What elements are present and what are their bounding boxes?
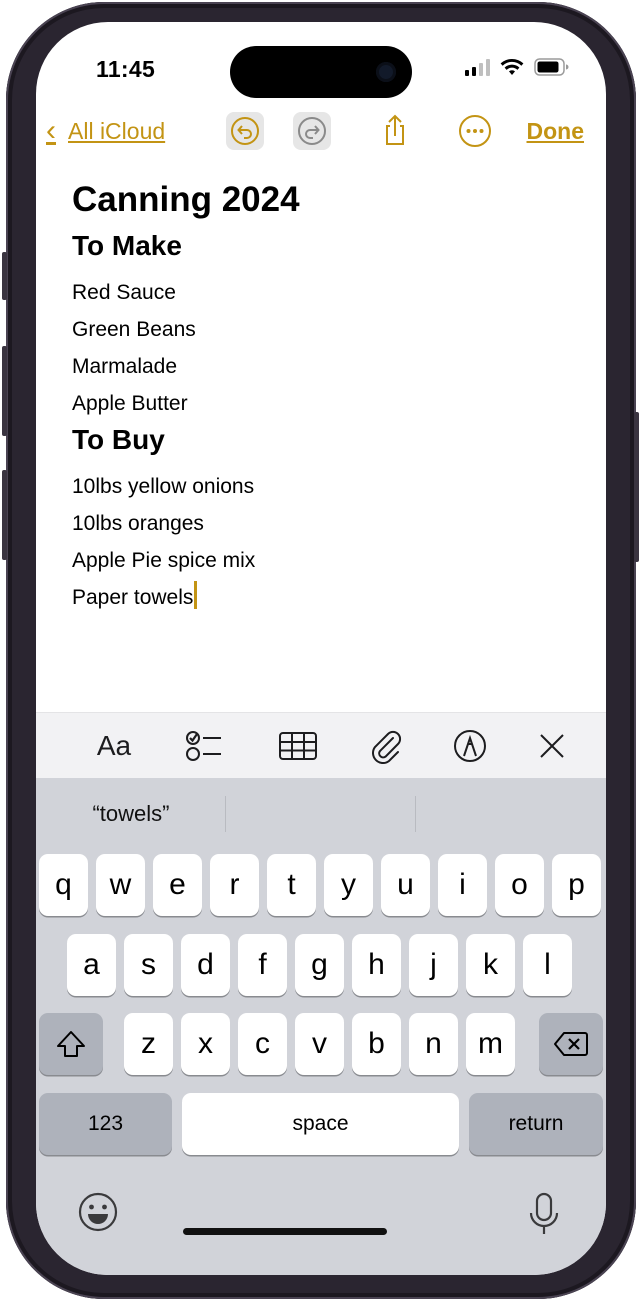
key-q[interactable]: q [39, 854, 88, 916]
section-heading: To Make [72, 230, 182, 261]
key-y[interactable]: y [324, 854, 373, 916]
delete-key[interactable] [539, 1013, 603, 1075]
note-title: Canning 2024 [72, 180, 300, 219]
numbers-key[interactable]: 123 [39, 1093, 172, 1155]
home-indicator[interactable] [183, 1228, 387, 1235]
text-cursor [194, 581, 198, 609]
power-button [634, 412, 639, 562]
key-h[interactable]: h [352, 934, 401, 996]
key-r[interactable]: r [210, 854, 259, 916]
text-style-icon: Aa [96, 730, 132, 761]
ellipsis-circle-icon [459, 115, 491, 147]
dictation-button[interactable] [524, 1190, 564, 1238]
list-item: Green Beans [72, 318, 196, 341]
key-t[interactable]: t [267, 854, 316, 916]
table-icon [279, 732, 317, 760]
key-n[interactable]: n [409, 1013, 458, 1075]
share-icon [386, 114, 404, 145]
list-item: Marmalade [72, 355, 178, 378]
close-icon [540, 734, 564, 758]
wifi-icon [500, 58, 524, 76]
battery-icon [534, 58, 570, 76]
shift-icon [57, 1031, 85, 1057]
prediction-suggestion[interactable]: “towels” [36, 778, 226, 850]
back-button[interactable]: ‹ All iCloud [46, 114, 165, 148]
prediction-empty[interactable] [416, 778, 606, 850]
action-button [2, 252, 7, 300]
microphone-icon [529, 1192, 559, 1234]
redo-icon [298, 117, 326, 145]
shift-key[interactable] [39, 1013, 103, 1075]
key-z[interactable]: z [124, 1013, 173, 1075]
key-o[interactable]: o [495, 854, 544, 916]
key-j[interactable]: j [409, 934, 458, 996]
status-icons [465, 58, 570, 76]
more-options-button[interactable] [456, 112, 494, 150]
list-item: 10lbs oranges [72, 512, 204, 535]
share-button[interactable] [376, 112, 414, 150]
key-i[interactable]: i [438, 854, 487, 916]
keyboard: “towels” q w e r t y u i o p a s d f g h… [36, 778, 606, 1275]
back-label: All iCloud [68, 117, 166, 144]
key-l[interactable]: l [523, 934, 572, 996]
table-button[interactable] [276, 729, 320, 763]
redo-button[interactable] [293, 112, 331, 150]
delete-icon [554, 1032, 588, 1056]
key-w[interactable]: w [96, 854, 145, 916]
attachment-button[interactable] [364, 729, 408, 764]
camera-icon [376, 62, 396, 82]
key-m[interactable]: m [466, 1013, 515, 1075]
key-f[interactable]: f [238, 934, 287, 996]
chevron-left-icon: ‹ [46, 114, 56, 147]
screen: 11:45 ‹ All iCloud Done Canning 2024 To … [36, 22, 606, 1275]
done-button[interactable]: Done [527, 118, 585, 145]
key-c[interactable]: c [238, 1013, 287, 1075]
close-format-button[interactable] [530, 729, 574, 763]
key-g[interactable]: g [295, 934, 344, 996]
prediction-empty[interactable] [226, 778, 416, 850]
key-k[interactable]: k [466, 934, 515, 996]
format-toolbar: Aa [36, 712, 606, 779]
text-style-button[interactable]: Aa [92, 729, 136, 763]
paperclip-icon [372, 730, 402, 764]
volume-down-button [2, 470, 7, 560]
key-x[interactable]: x [181, 1013, 230, 1075]
checklist-icon [186, 731, 221, 761]
status-time: 11:45 [96, 56, 156, 82]
cellular-signal-icon [465, 58, 490, 76]
key-v[interactable]: v [295, 1013, 344, 1075]
key-s[interactable]: s [124, 934, 173, 996]
key-u[interactable]: u [381, 854, 430, 916]
list-item: Red Sauce [72, 281, 176, 304]
markup-button[interactable] [448, 729, 492, 763]
list-item-text: Paper towels [72, 586, 194, 609]
dynamic-island [230, 46, 412, 98]
volume-up-button [2, 346, 7, 436]
markup-pen-icon [454, 730, 486, 762]
key-a[interactable]: a [67, 934, 116, 996]
undo-button[interactable] [226, 112, 264, 150]
note-toolbar: ‹ All iCloud Done [36, 110, 606, 158]
emoji-icon [78, 1192, 118, 1232]
space-key[interactable]: space [182, 1093, 459, 1155]
checklist-button[interactable] [182, 729, 226, 763]
key-e[interactable]: e [153, 854, 202, 916]
undo-icon [231, 117, 259, 145]
key-d[interactable]: d [181, 934, 230, 996]
note-body[interactable]: Canning 2024 To Make Red Sauce Green Bea… [72, 176, 572, 616]
key-b[interactable]: b [352, 1013, 401, 1075]
list-item: Apple Pie spice mix [72, 549, 256, 572]
emoji-button[interactable] [76, 1190, 120, 1234]
return-key[interactable]: return [469, 1093, 603, 1155]
list-item: 10lbs yellow onions [72, 475, 255, 498]
section-heading: To Buy [72, 424, 165, 455]
list-item-last: Paper towels [72, 579, 572, 616]
key-p[interactable]: p [552, 854, 601, 916]
list-item: Apple Butter [72, 392, 188, 415]
